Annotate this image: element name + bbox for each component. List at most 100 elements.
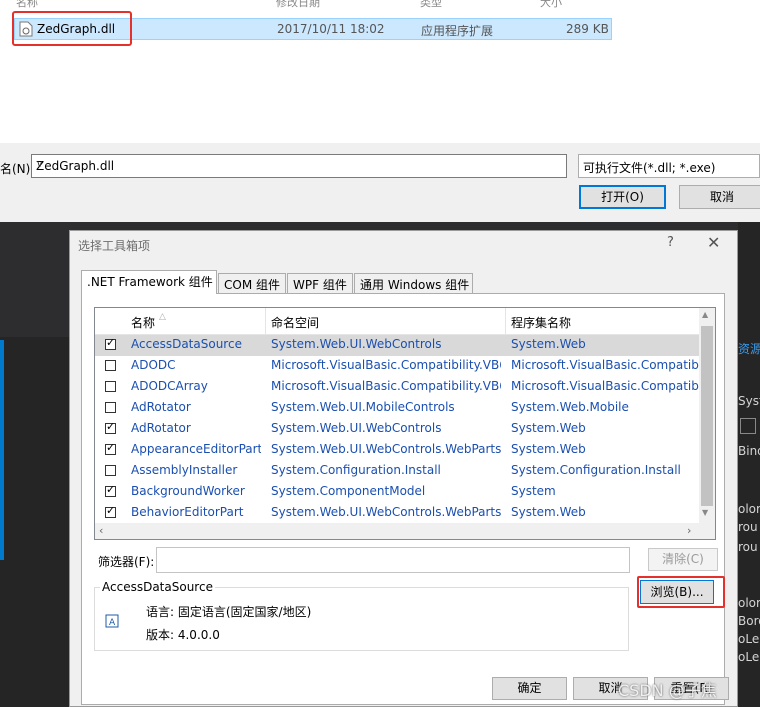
cell-namespace: System.Web.UI.WebControls <box>271 337 442 351</box>
table-row[interactable]: AccessDataSource System.Web.UI.WebControl… <box>95 335 699 356</box>
close-icon[interactable]: ✕ <box>707 233 720 252</box>
column-header-namespace[interactable]: 命名空间 <box>271 314 319 331</box>
vertical-scrollbar[interactable]: ▲ ▼ <box>699 308 715 523</box>
table-row[interactable]: BehaviorEditorPart System.Web.UI.WebContr… <box>95 503 699 524</box>
filename-label: 名(N): <box>0 162 35 176</box>
help-button[interactable]: ? <box>667 235 674 250</box>
table-row[interactable]: ADODCArray Microsoft.VisualBasic.Compatib… <box>95 377 699 398</box>
table-row[interactable]: ADODC Microsoft.VisualBasic.Compatibility… <box>95 356 699 377</box>
cell-name: ADODC <box>131 358 176 372</box>
open-button[interactable]: 打开(O) <box>579 185 666 209</box>
component-icon: A <box>104 613 120 629</box>
ide-text-9: oLe <box>738 650 760 664</box>
cell-assembly: Microsoft.VisualBasic.Compatibi <box>511 358 699 372</box>
component-info-title: AccessDataSource <box>100 580 215 594</box>
ide-text-3: olor <box>738 502 760 516</box>
column-header-name[interactable]: 名称 <box>131 314 155 331</box>
column-name-header[interactable]: 名称 <box>16 0 38 8</box>
cell-name: AppearanceEditorPart <box>131 442 261 456</box>
scroll-left-icon[interactable]: ‹ <box>99 524 103 537</box>
cell-namespace: System.Web.UI.WebControls.WebParts <box>271 442 501 456</box>
cell-namespace: System.ComponentModel <box>271 484 426 498</box>
table-row[interactable]: AdRotator System.Web.UI.WebControls System… <box>95 419 699 440</box>
tab-universal-windows[interactable]: 通用 Windows 组件 <box>354 273 473 293</box>
row-checkbox[interactable] <box>105 402 116 413</box>
version-info: 版本: 4.0.0.0 <box>146 628 220 642</box>
cell-name: ADODCArray <box>131 379 208 393</box>
ide-text-4: rou <box>738 520 758 534</box>
cell-namespace: Microsoft.VisualBasic.Compatibility.VB6 <box>271 379 501 393</box>
clear-button[interactable]: 清除(C) <box>648 548 718 571</box>
cell-name: AdRotator <box>131 400 191 414</box>
row-checkbox[interactable] <box>105 441 116 455</box>
ide-text-6: olor <box>738 596 760 610</box>
file-type: 应用程序扩展 <box>421 24 494 38</box>
cell-assembly: System.Web <box>511 421 586 435</box>
grid-header: 名称 △ 命名空间 程序集名称 <box>95 308 699 335</box>
cell-namespace: Microsoft.VisualBasic.Compatibility.VB6 <box>271 358 501 372</box>
chevron-down-icon[interactable]: ∨ <box>36 159 560 170</box>
ide-text-0: 资源 <box>738 342 760 356</box>
scroll-down-icon[interactable]: ▼ <box>702 508 708 517</box>
column-type-header[interactable]: 类型 <box>420 0 442 8</box>
ide-text-2: Bind <box>738 444 760 458</box>
row-checkbox[interactable] <box>105 504 116 518</box>
tab-net-framework[interactable]: .NET Framework 组件 <box>81 270 217 294</box>
filename-input[interactable]: ZedGraph.dll ∨ <box>31 154 567 178</box>
highlight-box-file <box>12 11 132 46</box>
svg-text:A: A <box>109 618 116 628</box>
ide-properties-panel: 资源 Syst Bind olor rou rou olor Bord oLe … <box>738 222 760 707</box>
ide-left-top <box>0 222 70 337</box>
scroll-thumb[interactable] <box>701 326 713 506</box>
table-row[interactable]: AppearanceEditorPart System.Web.UI.WebCon… <box>95 440 699 461</box>
file-open-dialog: 名称 修改日期 类型 大小 ZedGraph.dll 2017/10/11 18… <box>0 0 760 222</box>
table-row[interactable]: AdRotator System.Web.UI.MobileControls Sys… <box>95 398 699 419</box>
components-grid[interactable]: 名称 △ 命名空间 程序集名称 AccessDataSource System.W… <box>94 307 716 540</box>
cell-namespace: System.Web.UI.MobileControls <box>271 400 455 414</box>
horizontal-scrollbar[interactable]: ‹ › <box>95 523 715 539</box>
column-size-header[interactable]: 大小 <box>540 0 562 8</box>
column-divider[interactable] <box>265 308 266 334</box>
cell-assembly: System.Web <box>511 337 586 351</box>
ok-button[interactable]: 确定 <box>492 677 567 700</box>
sort-asc-icon: △ <box>159 312 166 322</box>
file-cancel-button[interactable]: 取消 <box>679 185 760 209</box>
file-modified: 2017/10/11 18:02 <box>277 22 385 36</box>
row-checkbox[interactable] <box>105 420 116 434</box>
table-row[interactable]: BackgroundWorker System.ComponentModel Sys… <box>95 482 699 503</box>
filetype-value: 可执行文件(*.dll; *.exe) <box>583 161 716 175</box>
hand-icon[interactable] <box>740 418 756 434</box>
filter-input[interactable] <box>156 547 630 573</box>
tab-com[interactable]: COM 组件 <box>218 273 286 293</box>
ide-accent-bar <box>0 340 4 560</box>
column-date-header[interactable]: 修改日期 <box>276 0 320 8</box>
cell-assembly: System.Web <box>511 505 586 519</box>
row-checkbox[interactable] <box>105 483 116 497</box>
cell-namespace: System.Web.UI.WebControls.WebParts <box>271 505 501 519</box>
column-header-assembly[interactable]: 程序集名称 <box>511 314 571 331</box>
cell-name: AssemblyInstaller <box>131 463 238 477</box>
scroll-right-icon[interactable]: › <box>687 524 691 537</box>
dialog-title: 选择工具箱项 <box>78 239 151 253</box>
watermark: CSDN @子焦 <box>618 681 717 700</box>
filter-label: 筛选器(F): <box>98 555 155 569</box>
row-checkbox[interactable] <box>105 381 116 392</box>
cell-name: AccessDataSource <box>131 337 242 351</box>
filetype-select[interactable]: 可执行文件(*.dll; *.exe) <box>578 154 760 178</box>
cell-assembly: System.Web <box>511 442 586 456</box>
choose-toolbox-items-dialog: 选择工具箱项 ? ✕ .NET Framework 组件 COM 组件 WPF … <box>69 230 738 707</box>
row-checkbox[interactable] <box>105 360 116 371</box>
cell-name: AdRotator <box>131 421 191 435</box>
cell-name: BehaviorEditorPart <box>131 505 244 519</box>
cell-assembly: Microsoft.VisualBasic.Compatibi <box>511 379 699 393</box>
row-checkbox[interactable] <box>105 336 116 350</box>
table-row[interactable]: AssemblyInstaller System.Configuration.In… <box>95 461 699 482</box>
ide-text-1: Syst <box>738 394 760 408</box>
column-divider[interactable] <box>505 308 506 334</box>
row-checkbox[interactable] <box>105 465 116 476</box>
scroll-up-icon[interactable]: ▲ <box>702 310 708 319</box>
language-info: 语言: 固定语言(固定国家/地区) <box>146 605 312 619</box>
tab-wpf[interactable]: WPF 组件 <box>287 273 353 293</box>
ide-text-5: rou <box>738 540 758 554</box>
cell-name: BackgroundWorker <box>131 484 245 498</box>
